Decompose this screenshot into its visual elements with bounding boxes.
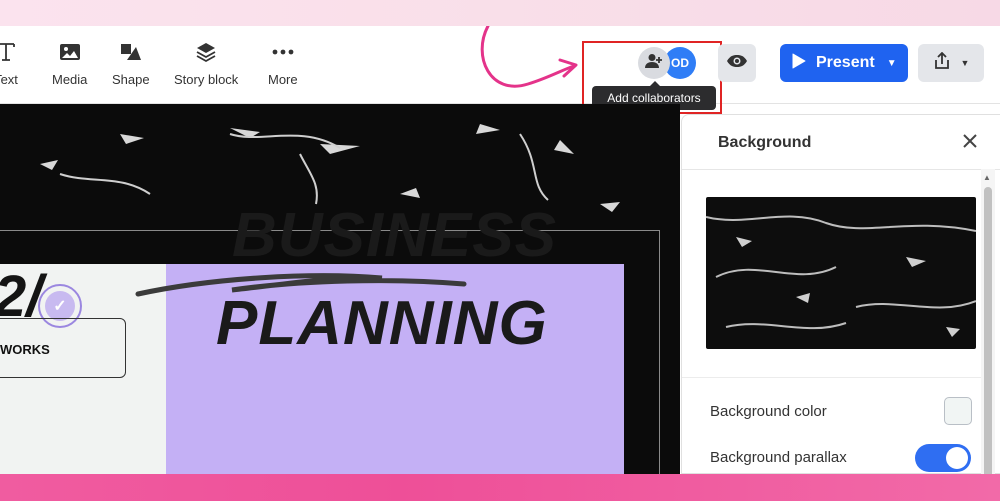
play-icon xyxy=(792,53,806,74)
image-icon xyxy=(58,40,82,64)
add-collaborators-button[interactable] xyxy=(638,47,670,79)
background-panel: Background Background color Background p… xyxy=(681,114,1000,487)
panel-divider xyxy=(682,377,982,378)
headline-line-2[interactable]: PLANNING xyxy=(216,288,548,359)
background-color-label: Background color xyxy=(710,403,827,420)
story-block-tool-button[interactable]: Story block xyxy=(174,40,238,87)
more-dots-icon xyxy=(271,40,295,64)
text-icon xyxy=(0,40,18,64)
text-tool-label: Text xyxy=(0,72,18,87)
works-label: WORKS xyxy=(0,342,50,357)
story-block-tool-label: Story block xyxy=(174,72,239,87)
preview-button[interactable] xyxy=(718,44,756,82)
layers-icon xyxy=(194,40,218,64)
scroll-up-icon[interactable]: ▲ xyxy=(983,173,991,182)
panel-divider xyxy=(682,169,1000,170)
background-color-swatch[interactable] xyxy=(944,397,972,425)
headline-line-1[interactable]: BUSINESS xyxy=(232,200,557,271)
bottom-decorative-band xyxy=(0,474,1000,501)
panel-scrollbar[interactable]: ▲ xyxy=(981,169,995,487)
background-parallax-label: Background parallax xyxy=(710,449,847,466)
present-button[interactable]: Present ▼ xyxy=(780,44,908,82)
present-label: Present xyxy=(816,54,875,71)
eye-icon xyxy=(726,54,748,73)
close-button[interactable] xyxy=(960,133,980,153)
share-button[interactable]: ▼ xyxy=(918,44,984,82)
share-upload-icon xyxy=(933,51,951,75)
more-tool-button[interactable]: More xyxy=(268,40,298,87)
text-tool-button[interactable]: Text xyxy=(0,40,18,87)
shape-tool-button[interactable]: Shape xyxy=(112,40,150,87)
background-image-thumbnail[interactable] xyxy=(706,197,976,349)
background-parallax-toggle[interactable] xyxy=(915,444,971,472)
media-tool-label: Media xyxy=(52,72,88,87)
chevron-down-icon: ▼ xyxy=(886,57,897,69)
toggle-knob xyxy=(946,447,968,469)
check-icon: ✓ xyxy=(45,291,75,321)
shape-tool-label: Shape xyxy=(112,72,150,87)
panel-title: Background xyxy=(718,134,812,151)
scrollbar-thumb[interactable] xyxy=(984,187,992,487)
more-tool-label: More xyxy=(268,72,298,87)
add-user-icon xyxy=(645,53,663,74)
close-icon xyxy=(963,133,977,153)
top-decorative-band xyxy=(0,0,1000,26)
pointer-arrow-annotation xyxy=(480,26,578,88)
media-tool-button[interactable]: Media xyxy=(52,40,87,87)
chevron-down-icon: ▼ xyxy=(960,58,970,68)
shape-icon xyxy=(119,40,143,64)
